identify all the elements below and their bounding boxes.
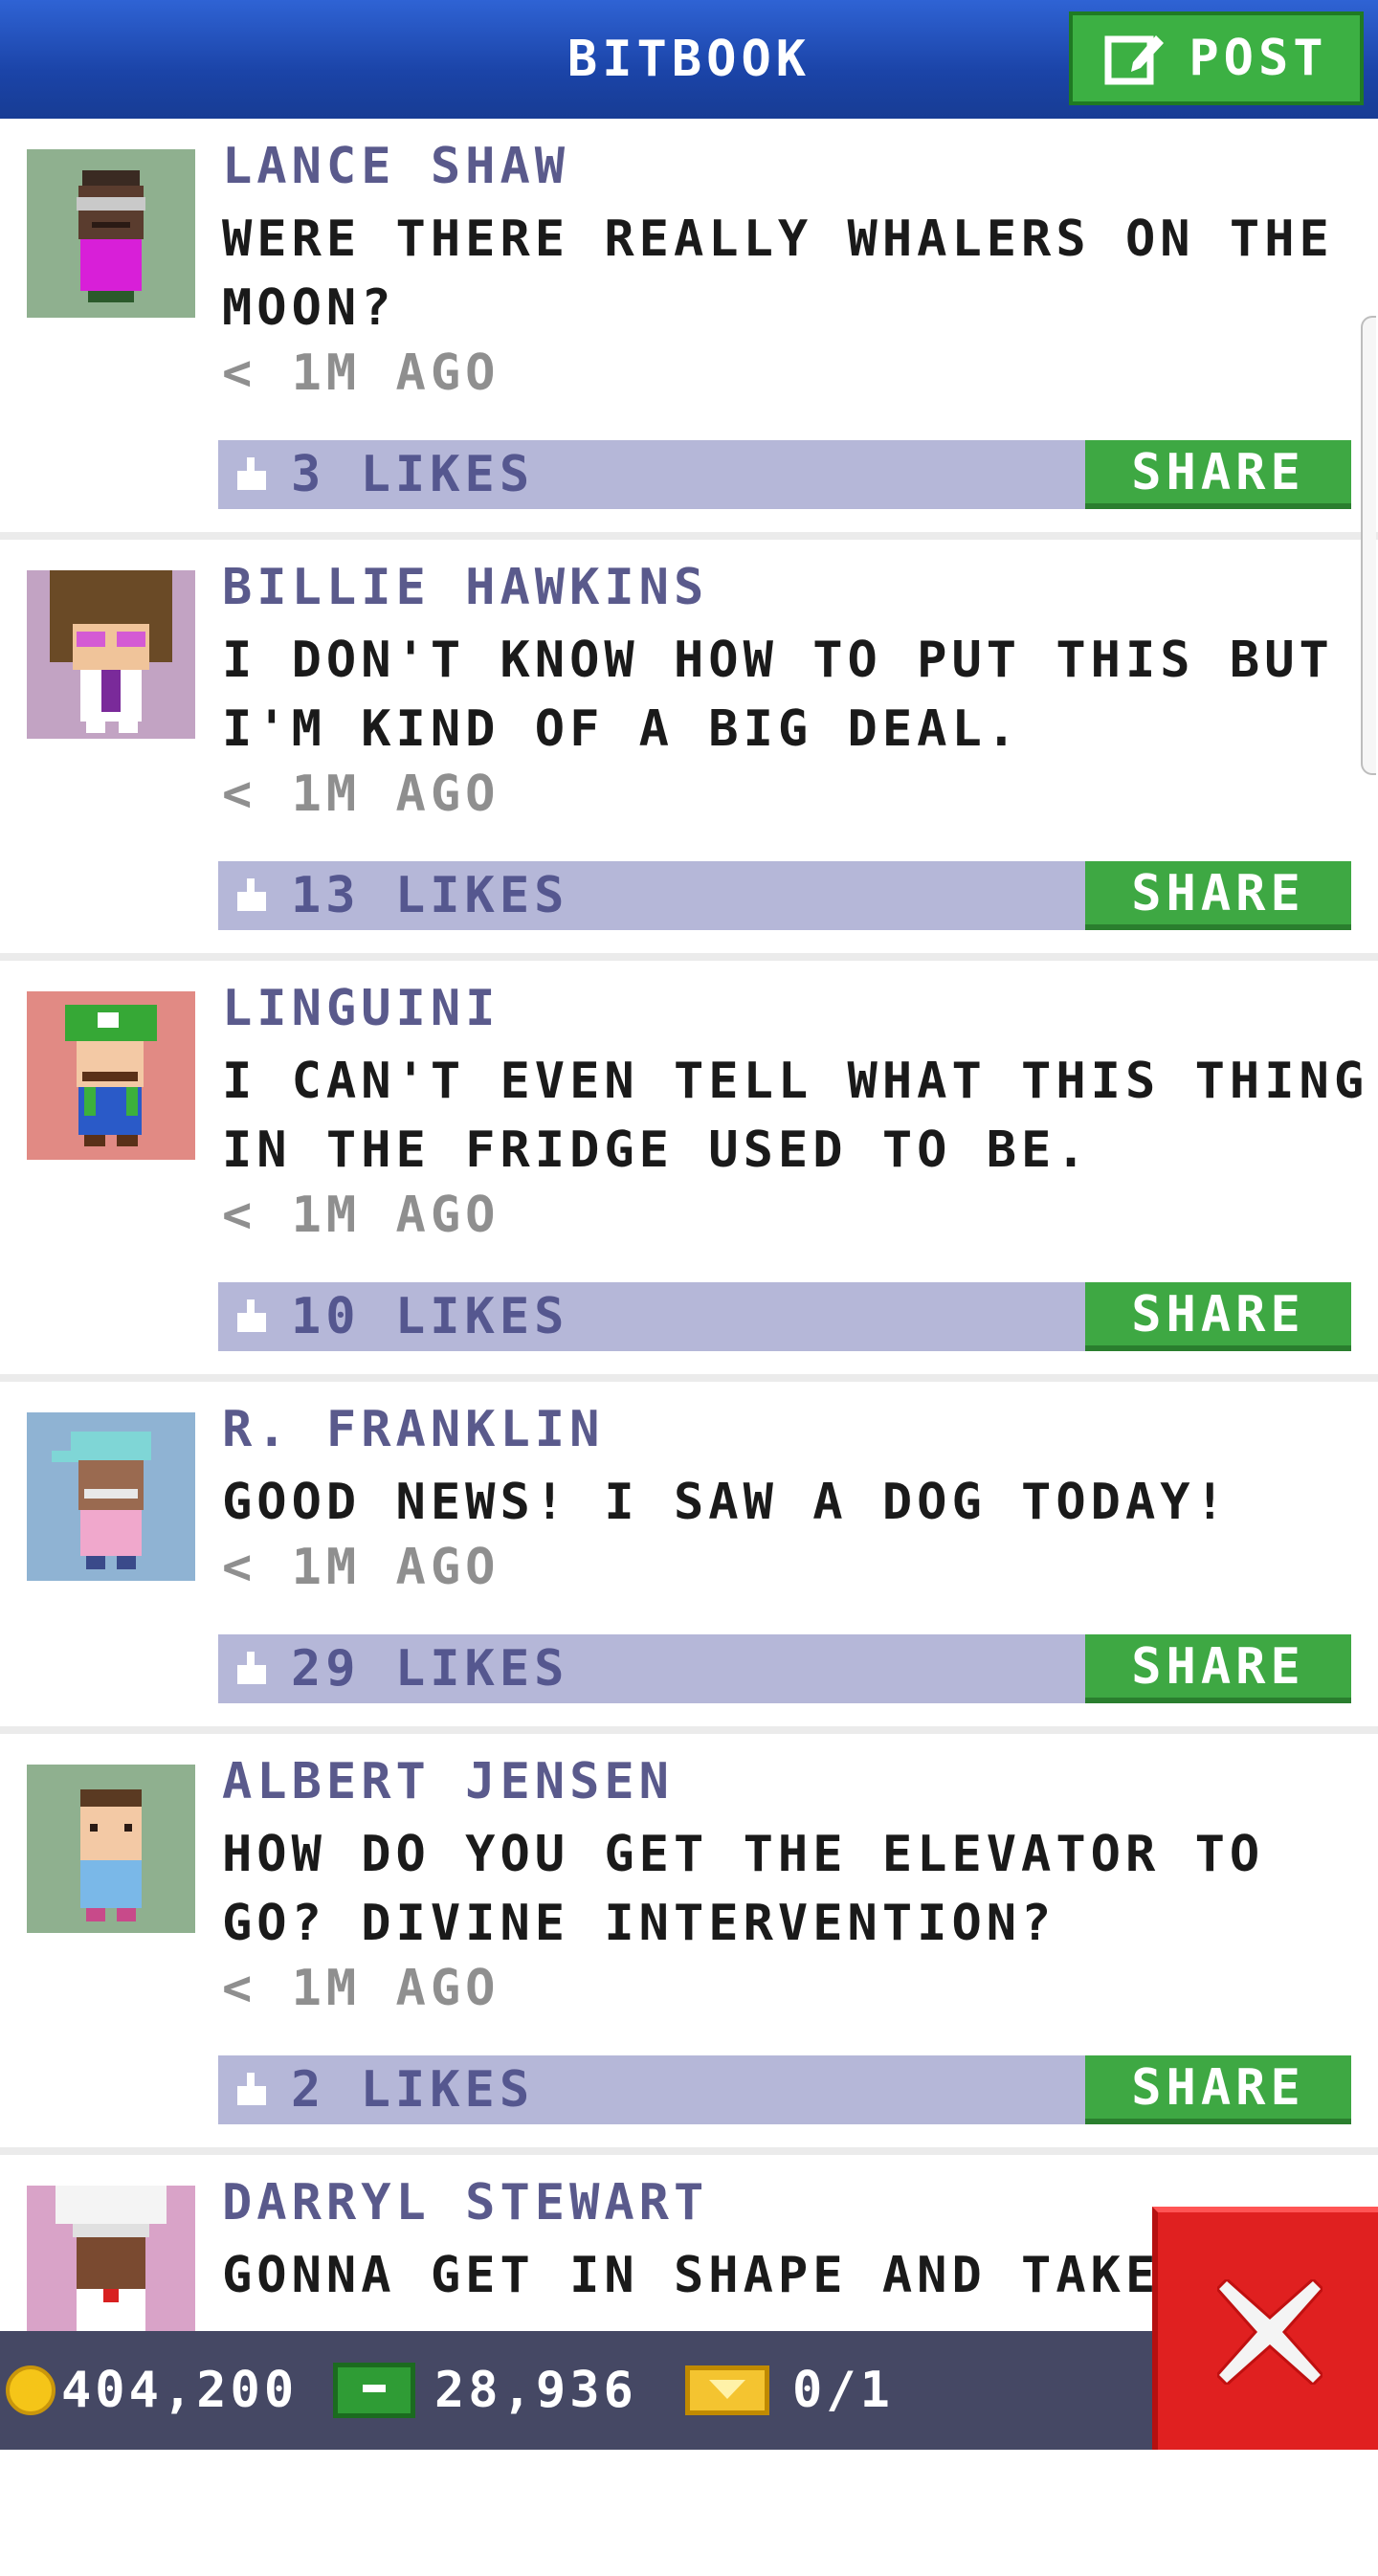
thumbs-up-icon[interactable] [235, 1652, 268, 1686]
post-time: < 1M AGO [222, 1187, 500, 1244]
post-author[interactable]: LINGUINI [222, 980, 500, 1037]
bux-count: 28,936 [434, 2362, 637, 2419]
post-message: GOOD NEWS! I SAW A DOG TODAY! [222, 1474, 1230, 1531]
post-time: < 1M AGO [222, 344, 500, 402]
likes-count: 2 LIKES [291, 2061, 535, 2119]
post-time: < 1M AGO [222, 1960, 500, 2017]
avatar[interactable] [27, 1765, 195, 1933]
post-message: I CAN'T EVEN TELL WHAT THIS THING IN THE… [222, 1053, 1369, 1179]
avatar[interactable] [27, 991, 195, 1160]
feed-post: ALBERT JENSEN HOW DO YOU GET THE ELEVATO… [0, 1734, 1378, 2155]
feed-post: LANCE SHAW WERE THERE REALLY WHALERS ON … [0, 119, 1378, 540]
likes-count: 29 LIKES [291, 1640, 569, 1698]
likes-bar: 10 LIKES SHARE [218, 1282, 1351, 1351]
likes-bar: 3 LIKES SHARE [218, 440, 1351, 509]
post-time: < 1M AGO [222, 1539, 500, 1596]
avatar[interactable] [27, 149, 195, 318]
post-author[interactable]: ALBERT JENSEN [222, 1753, 674, 1810]
likes-bar: 2 LIKES SHARE [218, 2055, 1351, 2124]
share-button[interactable]: SHARE [1085, 1282, 1351, 1351]
likes-bar: 29 LIKES SHARE [218, 1634, 1351, 1703]
bux-icon [333, 2363, 415, 2418]
tickets-count: 0/1 [792, 2362, 894, 2419]
close-button[interactable] [1152, 2207, 1378, 2450]
post-author[interactable]: BILLIE HAWKINS [222, 559, 708, 616]
coin-icon [6, 2365, 56, 2415]
avatar[interactable] [27, 570, 195, 739]
avatar[interactable] [27, 1412, 195, 1581]
coins-display: 404,200 [6, 2331, 298, 2450]
coins-count: 404,200 [61, 2362, 299, 2419]
post-message: HOW DO YOU GET THE ELEVATOR TO GO? DIVIN… [222, 1826, 1265, 1952]
likes-count: 3 LIKES [291, 446, 535, 503]
share-button[interactable]: SHARE [1085, 2055, 1351, 2124]
thumbs-up-icon[interactable] [235, 878, 268, 913]
post-button-label: POST [1189, 30, 1328, 87]
avatar[interactable] [27, 2186, 195, 2354]
thumbs-up-icon[interactable] [235, 1299, 268, 1334]
feed-post: BILLIE HAWKINS I DON'T KNOW HOW TO PUT T… [0, 540, 1378, 961]
compose-icon [1104, 30, 1166, 87]
likes-bar: 13 LIKES SHARE [218, 861, 1351, 930]
post-message: WERE THERE REALLY WHALERS ON THE MOON? [222, 211, 1334, 337]
tickets-display: 0/1 [685, 2331, 894, 2450]
feed-post: LINGUINI I CAN'T EVEN TELL WHAT THIS THI… [0, 961, 1378, 1382]
share-button[interactable]: SHARE [1085, 440, 1351, 509]
post-author[interactable]: R. FRANKLIN [222, 1401, 604, 1458]
thumbs-up-icon[interactable] [235, 457, 268, 492]
post-author[interactable]: DARRYL STEWART [222, 2174, 708, 2232]
post-time: < 1M AGO [222, 766, 500, 823]
post-button[interactable]: POST [1069, 11, 1364, 105]
scrollbar[interactable] [1361, 316, 1376, 775]
thumbs-up-icon[interactable] [235, 2073, 268, 2107]
share-button[interactable]: SHARE [1085, 1634, 1351, 1703]
close-icon [1217, 2279, 1322, 2385]
bux-display: 28,936 [333, 2331, 637, 2450]
post-message: I DON'T KNOW HOW TO PUT THIS BUT I'M KIN… [222, 632, 1334, 758]
post-author[interactable]: LANCE SHAW [222, 138, 569, 195]
likes-count: 10 LIKES [291, 1288, 569, 1345]
feed-post: R. FRANKLIN GOOD NEWS! I SAW A DOG TODAY… [0, 1382, 1378, 1734]
ticket-icon [685, 2365, 769, 2415]
share-button[interactable]: SHARE [1085, 861, 1351, 930]
likes-count: 13 LIKES [291, 867, 569, 924]
app-header: BITBOOK POST [0, 0, 1378, 122]
